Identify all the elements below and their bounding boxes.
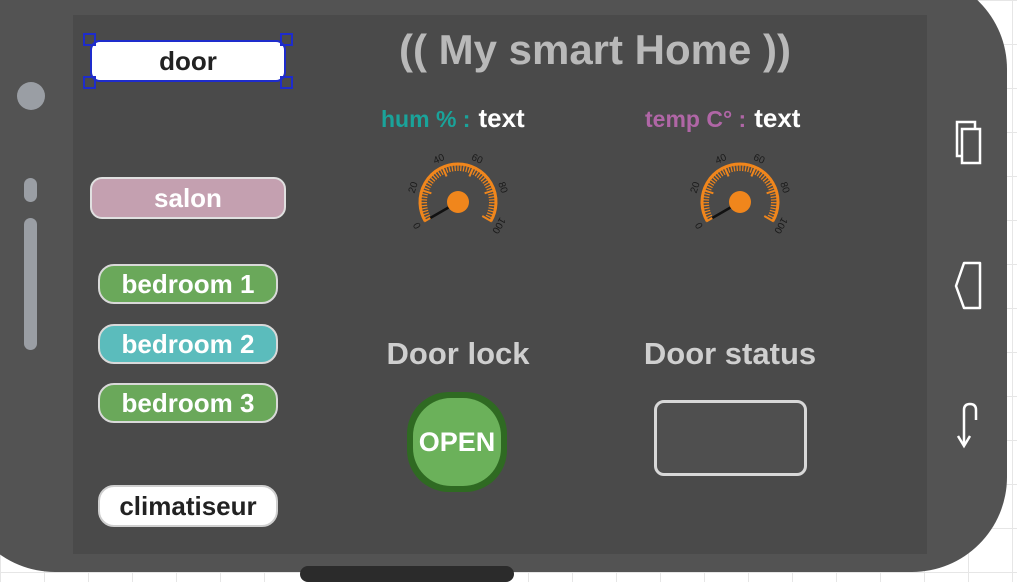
side-button-long (24, 218, 37, 350)
door-button[interactable]: door (90, 40, 286, 82)
gauge-tick (701, 200, 709, 201)
gauge-tick (489, 200, 497, 201)
gauge-tick-label: 60 (470, 152, 485, 167)
climatiseur-button[interactable]: climatiseur (98, 485, 278, 527)
gauge-tick-label: 40 (714, 152, 729, 167)
back-icon[interactable] (950, 398, 986, 454)
humidity-value: text (478, 103, 524, 133)
door-lock-heading: Door lock (368, 336, 548, 372)
gauge-tick (771, 200, 779, 201)
side-button-small (24, 178, 37, 202)
gauge-tick (771, 205, 779, 206)
gauge-tick-label: 80 (495, 181, 509, 195)
gauge-hub (447, 191, 469, 213)
gauge-tick-label: 0 (693, 220, 706, 231)
bedroom-1-button[interactable]: bedroom 1 (98, 264, 278, 304)
selection-handle[interactable] (83, 33, 96, 46)
bedroom-2-button[interactable]: bedroom 2 (98, 324, 278, 364)
gauge-tick (701, 205, 709, 206)
gauge-tick-label: 60 (752, 152, 767, 167)
humidity-gauge: 020406080100 (403, 150, 513, 246)
page-title: (( My smart Home )) (330, 26, 860, 74)
door-status-display (654, 400, 807, 476)
gauge-tick-label: 20 (407, 180, 421, 194)
selection-handle[interactable] (280, 33, 293, 46)
camera-icon (17, 82, 45, 110)
temperature-readout: temp C° : text (645, 103, 800, 134)
gauge-tick (419, 200, 427, 201)
phone-bottom-tab (300, 566, 514, 582)
gauge-tick (455, 163, 456, 171)
gauge-tick (419, 205, 427, 206)
open-button-label: OPEN (413, 398, 501, 486)
gauge-tick (737, 163, 738, 171)
bedroom-3-button[interactable]: bedroom 3 (98, 383, 278, 423)
salon-button[interactable]: salon (90, 177, 286, 219)
humidity-label: hum % : (381, 106, 470, 132)
gauge-tick-label: 20 (689, 180, 703, 194)
temperature-value: text (754, 103, 800, 133)
temperature-label: temp C° : (645, 106, 746, 132)
home-icon[interactable] (950, 258, 986, 314)
gauge-tick (743, 163, 744, 171)
gauge-tick-label: 0 (411, 220, 424, 231)
gauge-tick (489, 205, 497, 206)
selection-handle[interactable] (83, 76, 96, 89)
gauge-tick-label: 40 (432, 152, 447, 167)
open-button[interactable]: OPEN (407, 392, 507, 492)
humidity-readout: hum % : text (381, 103, 525, 134)
recent-apps-icon[interactable] (950, 114, 986, 170)
temperature-gauge: 020406080100 (685, 150, 795, 246)
selection-handle[interactable] (280, 76, 293, 89)
door-status-heading: Door status (620, 336, 840, 372)
gauge-tick-label: 80 (777, 181, 791, 195)
gauge-tick (461, 163, 462, 171)
gauge-hub (729, 191, 751, 213)
